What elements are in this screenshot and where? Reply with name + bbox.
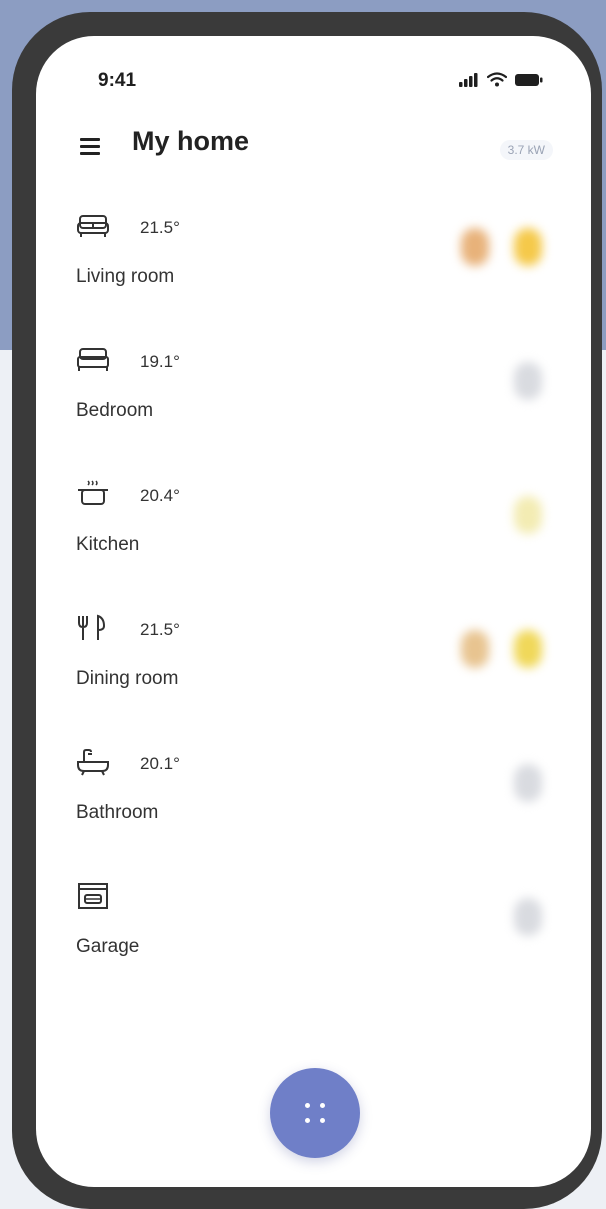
light-toggle[interactable] xyxy=(514,898,542,936)
page-title: My home xyxy=(132,126,250,156)
room-temperature: 19.1° xyxy=(140,352,180,371)
room-name: Living room xyxy=(76,266,175,287)
room-bedroom[interactable]: 19.1° Bedroom xyxy=(36,340,591,460)
status-bar: 9:41 xyxy=(36,36,591,126)
room-garage[interactable]: Garage xyxy=(36,876,591,996)
light-toggle[interactable] xyxy=(514,630,542,668)
power-usage-badge: 3.7 kW xyxy=(499,140,553,160)
room-temperature: 21.5° xyxy=(140,218,180,237)
cutlery-icon xyxy=(78,614,106,640)
app-header: My home 3.7 kW xyxy=(36,116,591,186)
pot-icon xyxy=(78,480,108,505)
light-toggle[interactable] xyxy=(514,496,542,534)
room-bathroom[interactable]: 20.1° Bathroom xyxy=(36,742,591,862)
room-name: Kitchen xyxy=(76,534,140,555)
room-name: Bedroom xyxy=(76,400,154,421)
status-time: 9:41 xyxy=(98,70,137,91)
grid-dots-icon xyxy=(303,1101,327,1125)
sofa-icon xyxy=(77,215,109,237)
room-name: Bathroom xyxy=(76,802,159,823)
heater-toggle[interactable] xyxy=(461,228,489,266)
heater-toggle[interactable] xyxy=(461,630,489,668)
light-toggle[interactable] xyxy=(514,764,542,802)
devices-fab-button[interactable] xyxy=(270,1068,360,1158)
app-screen: 9:41 My home 3.7 kW 21.5° Living room 19… xyxy=(36,36,591,1187)
battery-icon xyxy=(515,73,543,86)
light-toggle[interactable] xyxy=(514,228,542,266)
bathtub-icon xyxy=(77,749,109,776)
room-name: Dining room xyxy=(76,668,179,689)
room-name: Garage xyxy=(76,936,140,957)
garage-icon xyxy=(78,883,108,909)
room-temperature: 20.1° xyxy=(140,754,180,773)
room-living-room[interactable]: 21.5° Living room xyxy=(36,206,591,326)
menu-icon[interactable] xyxy=(80,138,100,155)
signal-icon xyxy=(459,72,478,87)
bed-icon xyxy=(77,348,109,371)
wifi-icon xyxy=(487,72,507,87)
room-temperature: 21.5° xyxy=(140,620,180,639)
light-toggle[interactable] xyxy=(514,362,542,400)
room-temperature: 20.4° xyxy=(140,486,180,505)
room-dining-room[interactable]: 21.5° Dining room xyxy=(36,608,591,728)
room-kitchen[interactable]: 20.4° Kitchen xyxy=(36,474,591,594)
status-icons xyxy=(459,72,543,87)
